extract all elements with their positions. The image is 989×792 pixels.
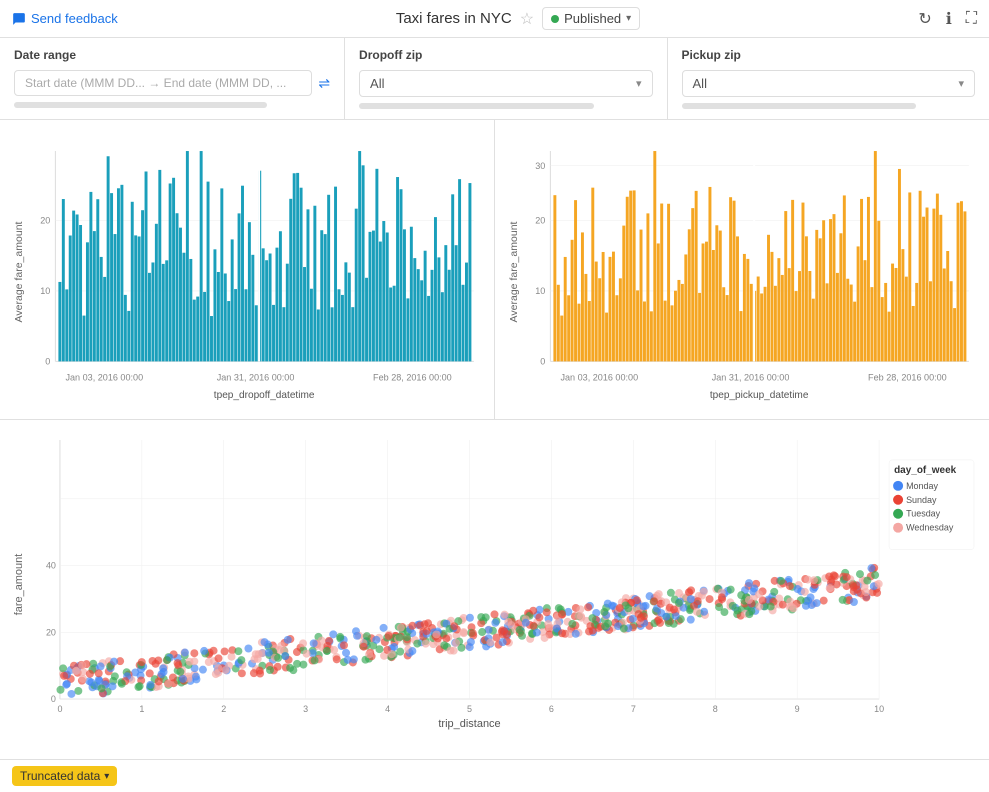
svg-text:Jan 31, 2016 00:00: Jan 31, 2016 00:00 [217, 372, 295, 382]
svg-text:0: 0 [57, 704, 62, 714]
dropoff-zip-select[interactable]: All ▾ [359, 70, 652, 97]
svg-text:4: 4 [385, 704, 390, 714]
feedback-label: Send feedback [31, 11, 118, 26]
svg-text:30: 30 [535, 161, 545, 171]
pickup-chart: Average fare_amount 0 10 20 30 Jan 03, 2… [505, 130, 979, 414]
svg-text:tpep_dropoff_datetime: tpep_dropoff_datetime [214, 390, 315, 401]
svg-text:1: 1 [139, 704, 144, 714]
pickup-zip-select[interactable]: All ▾ [682, 70, 975, 97]
svg-text:0: 0 [51, 694, 56, 704]
svg-text:2: 2 [221, 704, 226, 714]
svg-text:40: 40 [46, 561, 56, 571]
header: Send feedback Taxi fares in NYC ☆ Publis… [0, 0, 989, 38]
pickup-zip-label: Pickup zip [682, 48, 975, 62]
chevron-down-icon: ▾ [958, 77, 964, 90]
date-range-filter: Date range Start date (MMM DD... → End d… [0, 38, 345, 119]
feedback-icon [12, 12, 26, 26]
scatter-chart: fare_amount 0 20 40 0 1 2 3 4 5 6 7 8 9 [10, 430, 979, 749]
date-range-label: Date range [14, 48, 330, 62]
chevron-down-icon: ▾ [104, 771, 109, 782]
svg-text:8: 8 [713, 704, 718, 714]
published-badge[interactable]: Published ▾ [542, 7, 640, 30]
date-placeholder: Start date (MMM DD... → End date (MMM DD… [25, 76, 286, 90]
truncated-data-button[interactable]: Truncated data ▾ [12, 766, 117, 786]
svg-text:3: 3 [303, 704, 308, 714]
filters-row: Date range Start date (MMM DD... → End d… [0, 38, 989, 120]
svg-text:Wednesday: Wednesday [906, 523, 954, 533]
pickup-zip-filter: Pickup zip All ▾ [668, 38, 989, 119]
date-input-row: Start date (MMM DD... → End date (MMM DD… [14, 70, 330, 96]
svg-text:Average fare_amount: Average fare_amount [14, 221, 25, 322]
dropoff-scrollbar [359, 103, 594, 109]
svg-text:Jan 03, 2016 00:00: Jan 03, 2016 00:00 [560, 372, 638, 382]
dropoff-chart-panel: Average fare_amount 0 10 20 Jan 03, 2016… [0, 120, 495, 419]
date-range-input[interactable]: Start date (MMM DD... → End date (MMM DD… [14, 70, 312, 96]
svg-text:Jan 31, 2016 00:00: Jan 31, 2016 00:00 [712, 372, 790, 382]
published-dot [551, 15, 559, 23]
date-scrollbar [14, 102, 267, 108]
refresh-icon[interactable]: ↻ [918, 9, 931, 29]
svg-text:10: 10 [874, 704, 884, 714]
svg-text:10: 10 [40, 286, 50, 296]
svg-text:Monday: Monday [906, 481, 938, 491]
svg-text:20: 20 [46, 627, 56, 637]
header-actions: ↻ ℹ ⛶ [918, 9, 977, 29]
svg-text:9: 9 [795, 704, 800, 714]
dropoff-chart: Average fare_amount 0 10 20 Jan 03, 2016… [10, 130, 484, 414]
chevron-down-icon: ▾ [626, 13, 631, 24]
charts-top-row: Average fare_amount 0 10 20 Jan 03, 2016… [0, 120, 989, 420]
svg-text:5: 5 [467, 704, 472, 714]
svg-text:6: 6 [549, 704, 554, 714]
dashboard-title: Taxi fares in NYC [396, 10, 512, 27]
dropoff-zip-label: Dropoff zip [359, 48, 652, 62]
info-icon[interactable]: ℹ [946, 9, 952, 29]
dropoff-zip-filter: Dropoff zip All ▾ [345, 38, 667, 119]
svg-text:trip_distance: trip_distance [438, 718, 500, 730]
svg-text:20: 20 [40, 215, 50, 225]
svg-text:0: 0 [540, 356, 545, 366]
pickup-chart-panel: Average fare_amount 0 10 20 30 Jan 03, 2… [495, 120, 989, 419]
svg-text:10: 10 [535, 286, 545, 296]
pickup-zip-value: All [693, 76, 707, 91]
svg-text:Feb 28, 2016 00:00: Feb 28, 2016 00:00 [373, 372, 452, 382]
scatter-panel: fare_amount 0 20 40 0 1 2 3 4 5 6 7 8 9 [0, 420, 989, 760]
footer-bar: Truncated data ▾ [0, 760, 989, 792]
svg-text:fare_amount: fare_amount [13, 554, 25, 616]
send-feedback-button[interactable]: Send feedback [12, 11, 118, 26]
fullscreen-icon[interactable]: ⛶ [966, 10, 977, 28]
star-icon[interactable]: ☆ [520, 9, 534, 29]
pickup-scrollbar [682, 103, 917, 109]
svg-text:day_of_week: day_of_week [894, 465, 957, 476]
svg-text:20: 20 [535, 215, 545, 225]
dashboard-title-area: Taxi fares in NYC ☆ Published ▾ [396, 7, 640, 30]
svg-text:0: 0 [45, 356, 50, 366]
svg-text:Sunday: Sunday [906, 495, 937, 505]
chevron-down-icon: ▾ [636, 77, 642, 90]
svg-text:tpep_pickup_datetime: tpep_pickup_datetime [710, 390, 809, 401]
svg-text:Feb 28, 2016 00:00: Feb 28, 2016 00:00 [868, 372, 947, 382]
svg-text:Jan 03, 2016 00:00: Jan 03, 2016 00:00 [65, 372, 143, 382]
svg-text:Tuesday: Tuesday [906, 509, 941, 519]
dropoff-zip-value: All [370, 76, 384, 91]
sync-icon[interactable]: ⇌ [318, 75, 330, 92]
svg-text:7: 7 [631, 704, 636, 714]
published-label: Published [564, 11, 621, 26]
svg-text:Average fare_amount: Average fare_amount [509, 221, 520, 322]
truncated-label: Truncated data [20, 769, 100, 783]
